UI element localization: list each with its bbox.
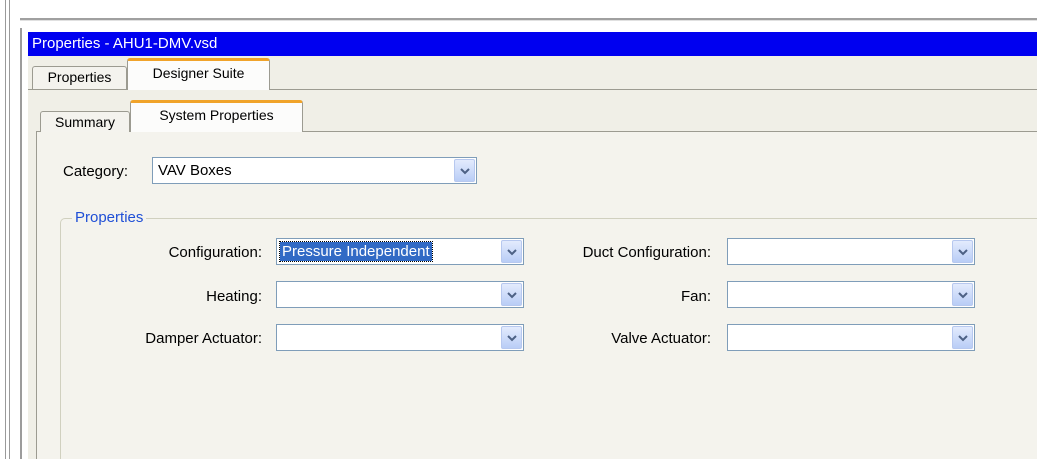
damper-actuator-dropdown[interactable] — [276, 324, 524, 351]
frame-edge — [9, 0, 10, 459]
configuration-value: Pressure Independent — [279, 241, 433, 262]
valve-actuator-label: Valve Actuator: — [611, 330, 711, 347]
tab-summary[interactable]: Summary — [40, 111, 130, 132]
window-title: Properties - AHU1-DMV.vsd — [28, 32, 1037, 56]
chevron-down-icon[interactable] — [952, 240, 973, 263]
frame-edge — [5, 0, 6, 459]
properties-group-title: Properties — [72, 208, 147, 228]
fan-dropdown[interactable] — [727, 281, 975, 308]
category-dropdown[interactable]: VAV Boxes — [152, 157, 477, 184]
chevron-down-icon[interactable] — [952, 283, 973, 306]
chevron-down-icon[interactable] — [454, 159, 475, 182]
tab-system-properties[interactable]: System Properties — [130, 100, 303, 132]
tab-designer-suite[interactable]: Designer Suite — [127, 58, 270, 90]
chevron-down-icon[interactable] — [501, 240, 522, 263]
tab-designer-suite-label: Designer Suite — [152, 65, 245, 81]
chevron-down-icon[interactable] — [501, 283, 522, 306]
chevron-down-icon[interactable] — [501, 326, 522, 349]
tab-properties[interactable]: Properties — [32, 66, 127, 89]
tab-system-properties-label: System Properties — [159, 107, 274, 123]
heating-label: Heating: — [206, 288, 262, 305]
tab-properties-label: Properties — [47, 69, 112, 85]
heating-dropdown[interactable] — [276, 281, 524, 308]
configuration-dropdown[interactable]: Pressure Independent — [276, 238, 524, 265]
duct-configuration-label: Duct Configuration: — [582, 244, 711, 261]
category-label: Category: — [63, 163, 129, 180]
configuration-label: Configuration: — [168, 244, 262, 261]
fan-label: Fan: — [680, 288, 711, 305]
valve-actuator-dropdown[interactable] — [727, 324, 975, 351]
chevron-down-icon[interactable] — [952, 326, 973, 349]
frame-left-border — [20, 28, 22, 459]
duct-configuration-dropdown[interactable] — [727, 238, 975, 265]
category-value: VAV Boxes — [158, 162, 232, 179]
tab-summary-label: Summary — [55, 114, 115, 130]
top-strip — [20, 0, 1037, 30]
damper-actuator-label: Damper Actuator: — [145, 330, 262, 347]
